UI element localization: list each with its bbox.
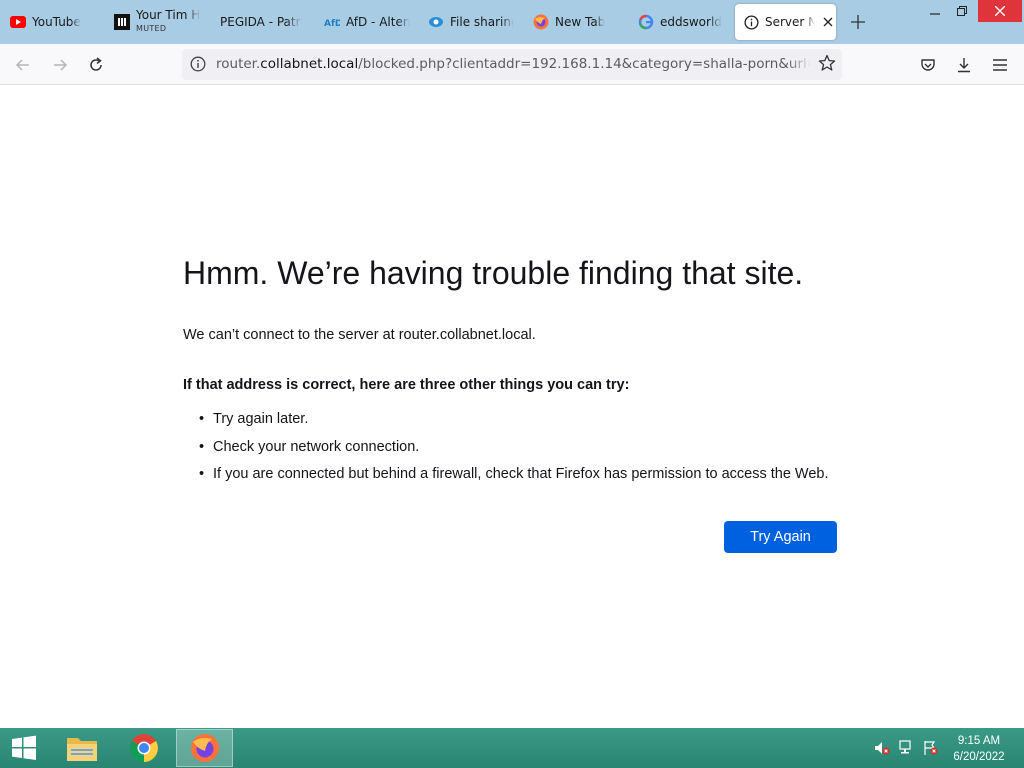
download-icon xyxy=(958,58,970,73)
clock-time: 9:15 AM xyxy=(957,735,1001,747)
chrome-icon xyxy=(129,734,158,762)
try-again-button[interactable]: Try Again xyxy=(724,521,837,553)
bookmark-star-icon[interactable] xyxy=(818,54,836,76)
tab-label: AfD - Altern xyxy=(346,15,410,29)
forward-button[interactable] xyxy=(47,52,73,78)
tab-label: New Tab xyxy=(555,15,606,29)
close-tab-icon[interactable] xyxy=(821,15,835,29)
afd-icon: AfD xyxy=(324,14,340,30)
file-sharing-icon xyxy=(428,14,444,30)
info-icon xyxy=(743,14,759,30)
error-description: We can’t connect to the server at router… xyxy=(183,327,536,343)
tab-label: File sharing xyxy=(450,15,514,29)
new-tab-button[interactable] xyxy=(846,10,870,34)
error-page: Hmm. We’re having trouble finding that s… xyxy=(0,85,1024,728)
address-bar[interactable]: router.collabnet.local/blocked.php?clien… xyxy=(182,49,842,80)
google-icon xyxy=(638,14,654,30)
url-prefix: router. xyxy=(216,56,261,72)
menu-button[interactable] xyxy=(987,52,1013,78)
reload-button[interactable] xyxy=(83,52,109,78)
tab-label: PEGIDA - Patrio xyxy=(220,15,302,29)
tab-youtube[interactable]: YouTube xyxy=(10,0,110,44)
taskbar-firefox[interactable] xyxy=(176,729,233,767)
tab-your-tim[interactable]: Your Tim H MUTED xyxy=(114,0,202,44)
tab-server-not-found[interactable]: Server No xyxy=(735,4,836,40)
navigation-toolbar: router.collabnet.local/blocked.php?clien… xyxy=(0,44,1024,85)
tab-strip: YouTube Your Tim H MUTED PEGIDA - Patrio… xyxy=(0,0,1024,44)
site-info-icon[interactable] xyxy=(190,56,206,76)
suggestions-heading: If that address is correct, here are thr… xyxy=(183,377,630,393)
list-item: Try again later. xyxy=(199,411,829,439)
tab-pegida[interactable]: PEGIDA - Patrio xyxy=(220,0,302,44)
network-icon[interactable] xyxy=(898,740,914,760)
action-center-alert-icon[interactable] xyxy=(922,740,938,760)
forward-arrow-icon xyxy=(54,59,68,71)
pocket-button[interactable] xyxy=(915,52,941,78)
suggestions-list: Try again later. Check your network conn… xyxy=(199,411,829,494)
tab-label: Your Tim H xyxy=(136,9,201,22)
taskbar-chrome[interactable] xyxy=(115,729,172,767)
reload-icon xyxy=(90,57,102,71)
back-button[interactable] xyxy=(10,52,36,78)
folder-icon xyxy=(66,738,97,761)
url-host: collabnet.local xyxy=(260,56,359,72)
clock-date: 6/20/2022 xyxy=(953,751,1005,763)
tab-label: YouTube xyxy=(32,15,81,29)
url-path: /blocked.php?clientaddr=192.168.1.14&cat… xyxy=(358,56,811,72)
back-arrow-icon xyxy=(15,59,29,71)
system-clock[interactable]: 9:15 AM 6/20/2022 xyxy=(946,733,1012,765)
tab-file-sharing[interactable]: File sharing xyxy=(428,0,514,44)
tab-label: eddsworld j xyxy=(660,15,722,29)
close-window-button[interactable] xyxy=(978,0,1022,22)
youtube-icon xyxy=(10,14,26,30)
tab-muted-label: MUTED xyxy=(136,24,167,33)
list-item: Check your network connection. xyxy=(199,439,829,467)
app-icon xyxy=(114,14,130,30)
volume-muted-icon[interactable] xyxy=(874,740,890,760)
start-button[interactable] xyxy=(0,729,48,767)
restore-button[interactable] xyxy=(947,0,977,22)
firefox-icon xyxy=(533,14,549,30)
tab-afd[interactable]: AfD AfD - Altern xyxy=(324,0,410,44)
tab-new-tab[interactable]: New Tab xyxy=(533,0,623,44)
minimize-button[interactable] xyxy=(920,0,950,22)
list-item: If you are connected but behind a firewa… xyxy=(199,466,829,494)
tab-label: Server No xyxy=(765,15,815,29)
svg-text:AfD: AfD xyxy=(324,19,340,28)
error-title: Hmm. We’re having trouble finding that s… xyxy=(183,255,804,291)
taskbar-file-explorer[interactable] xyxy=(53,729,110,767)
url-text[interactable]: router.collabnet.local/blocked.php?clien… xyxy=(216,56,811,72)
firefox-icon xyxy=(190,734,219,762)
downloads-button[interactable] xyxy=(951,52,977,78)
pocket-icon xyxy=(921,59,935,71)
hamburger-menu-icon xyxy=(993,59,1007,71)
taskbar: 9:15 AM 6/20/2022 xyxy=(0,728,1024,768)
tab-google[interactable]: eddsworld j xyxy=(638,0,722,44)
windows-logo-icon xyxy=(12,735,36,760)
